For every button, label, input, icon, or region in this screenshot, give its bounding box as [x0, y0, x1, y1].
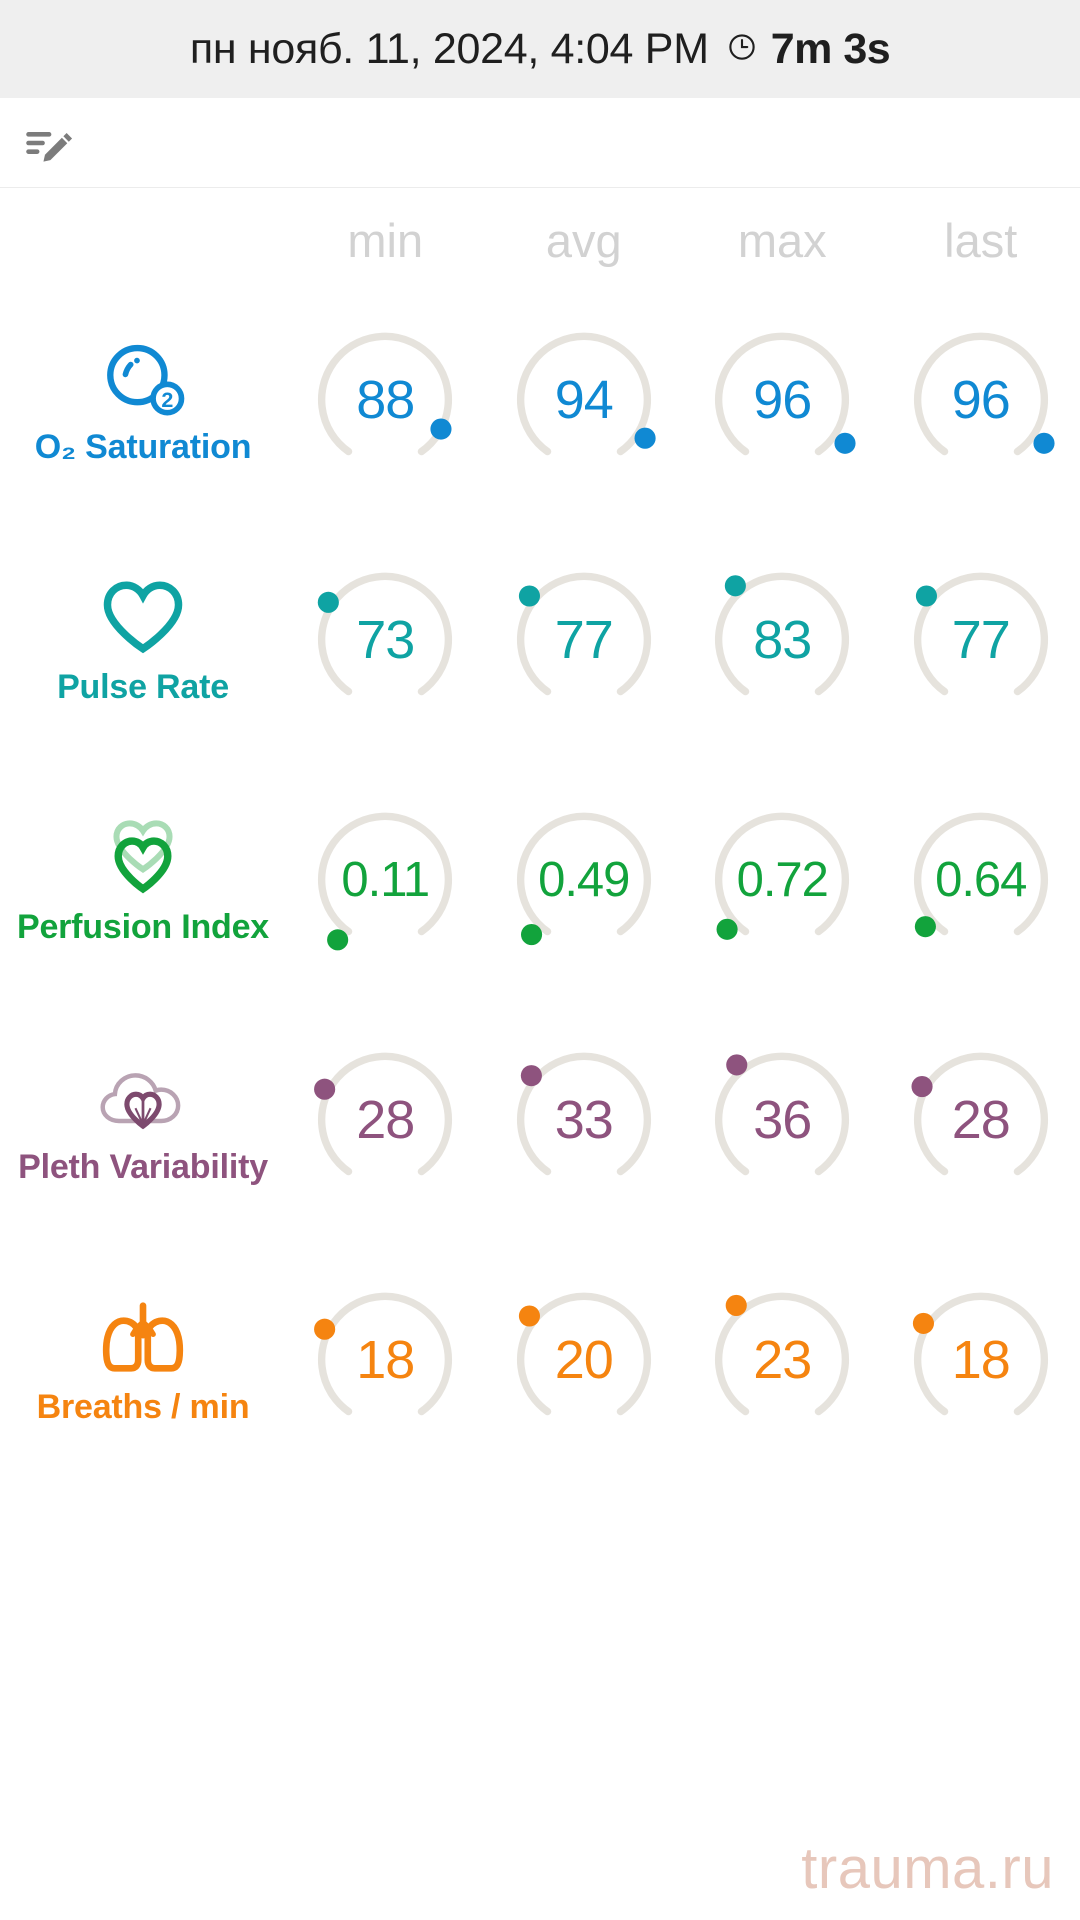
column-header-last: last: [882, 213, 1080, 268]
gauge: 0.11: [297, 792, 473, 968]
toolbar: [0, 98, 1080, 188]
metric-row: Pleth Variability 28 33 36 28: [0, 1000, 1080, 1240]
metrics-table: min avg max last 2 O₂ Saturation 88 94 9…: [0, 188, 1080, 1480]
gauge-cell-last[interactable]: 77: [882, 552, 1080, 728]
gauge: 33: [496, 1032, 672, 1208]
gauge-cell-avg[interactable]: 94: [485, 312, 684, 488]
gauge-value: 83: [753, 610, 812, 670]
metric-name: Perfusion Index: [16, 907, 270, 946]
metric-row: Pulse Rate 73 77 83 77: [0, 520, 1080, 760]
metric-name: Pulse Rate: [57, 667, 229, 706]
gauge-cell-avg[interactable]: 77: [485, 552, 684, 728]
gauge: 0.49: [496, 792, 672, 968]
edit-note-icon[interactable]: [22, 117, 74, 169]
heart-outline-icon: [100, 574, 186, 660]
lungs-icon: [97, 1294, 189, 1380]
gauge-value: 96: [753, 370, 812, 430]
gauge-cell-last[interactable]: 0.64: [882, 792, 1080, 968]
gauge-value: 20: [554, 1330, 614, 1390]
gauge: 18: [893, 1272, 1069, 1448]
gauge-value: 0.11: [341, 853, 430, 907]
gauge-cell-max[interactable]: 83: [683, 552, 882, 728]
gauge-value: 28: [951, 1090, 1011, 1150]
column-header-min: min: [286, 213, 485, 268]
metric-name: Pleth Variability: [18, 1147, 268, 1186]
gauge: 18: [297, 1272, 473, 1448]
gauge-value: 0.64: [935, 853, 1027, 907]
gauge: 94: [496, 312, 672, 488]
column-headers: min avg max last: [0, 200, 1080, 280]
gauge-cell-last[interactable]: 96: [882, 312, 1080, 488]
cloud-heart-icon: [95, 1054, 191, 1140]
metric-name: O₂ Saturation: [34, 427, 252, 466]
gauge-value: 73: [356, 610, 415, 670]
column-header-label: max: [737, 213, 827, 267]
gauge-cell-avg[interactable]: 20: [485, 1272, 684, 1448]
metric-label-pleth-variability[interactable]: Pleth Variability: [0, 1054, 286, 1187]
column-header-avg: avg: [485, 213, 684, 268]
metric-label-perfusion-index[interactable]: Perfusion Index: [0, 814, 286, 947]
metric-label-pulse-rate[interactable]: Pulse Rate: [0, 574, 286, 707]
metric-row: Perfusion Index 0.11 0.49 0.72 0.64: [0, 760, 1080, 1000]
oxygen-bubble-icon: 2: [100, 334, 186, 420]
gauge: 0.72: [694, 792, 870, 968]
gauge: 23: [694, 1272, 870, 1448]
gauge-value: 0.72: [736, 853, 829, 907]
gauge-value: 88: [356, 370, 415, 430]
gauge-value: 36: [753, 1090, 812, 1150]
gauge-value: 77: [554, 610, 614, 670]
session-duration: 7m 3s: [770, 24, 891, 73]
metric-name: Breaths / min: [36, 1387, 250, 1426]
gauge-value: 77: [951, 610, 1011, 670]
gauge-cell-max[interactable]: 0.72: [683, 792, 882, 968]
gauge: 83: [694, 552, 870, 728]
gauge: 96: [893, 312, 1069, 488]
gauge: 96: [694, 312, 870, 488]
gauge-cell-last[interactable]: 28: [882, 1032, 1080, 1208]
header-bar: пн нояб. 11, 2024, 4:04 PM 7m 3s: [0, 0, 1080, 98]
gauge-cell-min[interactable]: 73: [286, 552, 485, 728]
metric-label-o2-saturation[interactable]: 2 O₂ Saturation: [0, 334, 286, 467]
gauge: 28: [893, 1032, 1069, 1208]
gauge-cell-avg[interactable]: 33: [485, 1032, 684, 1208]
heart-pulse-icon: [97, 814, 189, 900]
gauge-cell-min[interactable]: 0.11: [286, 792, 485, 968]
svg-text:2: 2: [161, 387, 173, 411]
gauge-value: 18: [951, 1330, 1011, 1390]
gauge-cell-min[interactable]: 28: [286, 1032, 485, 1208]
gauge-value: 0.49: [538, 853, 630, 907]
session-datetime: пн нояб. 11, 2024, 4:04 PM: [189, 24, 709, 73]
gauge-cell-max[interactable]: 23: [683, 1272, 882, 1448]
gauge-value: 23: [753, 1330, 812, 1390]
column-header-label: min: [347, 213, 424, 267]
column-header-label: avg: [545, 213, 622, 267]
gauge-value: 94: [554, 370, 614, 430]
metric-label-breaths-per-min[interactable]: Breaths / min: [0, 1294, 286, 1427]
gauge: 0.64: [893, 792, 1069, 968]
gauge-cell-min[interactable]: 18: [286, 1272, 485, 1448]
gauge: 77: [496, 552, 672, 728]
watermark: trauma.ru: [801, 1836, 1054, 1901]
gauge: 73: [297, 552, 473, 728]
gauge-value: 28: [356, 1090, 415, 1150]
gauge: 20: [496, 1272, 672, 1448]
column-header-label: last: [944, 213, 1018, 267]
metric-row: 2 O₂ Saturation 88 94 96 96: [0, 280, 1080, 520]
metric-row: Breaths / min 18 20 23 18: [0, 1240, 1080, 1480]
gauge-cell-avg[interactable]: 0.49: [485, 792, 684, 968]
gauge: 36: [694, 1032, 870, 1208]
clock-icon: [727, 32, 757, 62]
gauge: 88: [297, 312, 473, 488]
gauge-value: 33: [554, 1090, 614, 1150]
gauge: 77: [893, 552, 1069, 728]
gauge-value: 96: [951, 370, 1011, 430]
gauge-cell-min[interactable]: 88: [286, 312, 485, 488]
gauge: 28: [297, 1032, 473, 1208]
gauge-cell-last[interactable]: 18: [882, 1272, 1080, 1448]
gauge-cell-max[interactable]: 36: [683, 1032, 882, 1208]
gauge-cell-max[interactable]: 96: [683, 312, 882, 488]
column-header-max: max: [683, 213, 882, 268]
gauge-value: 18: [356, 1330, 415, 1390]
